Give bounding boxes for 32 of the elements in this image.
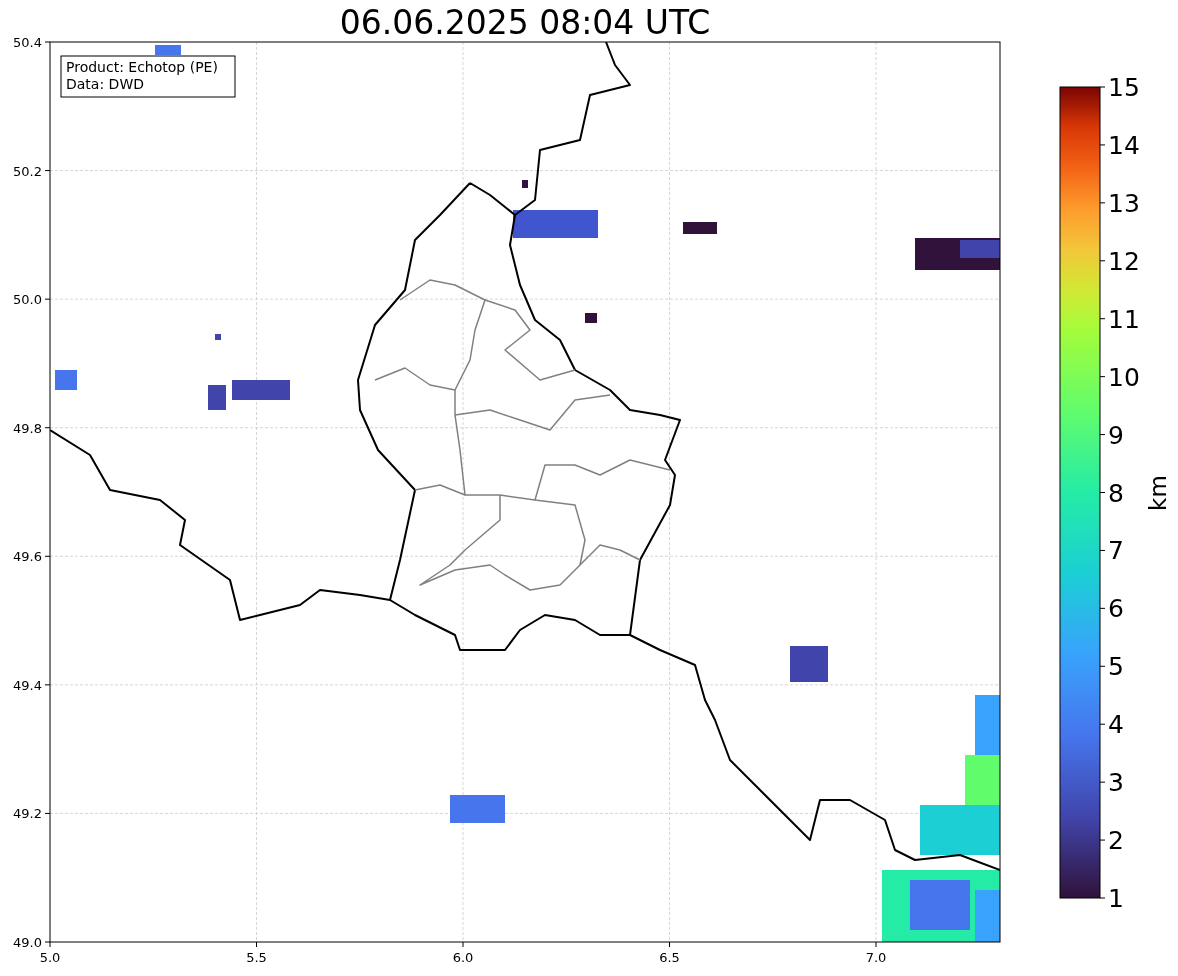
y-axis-tick-label: 49.2	[13, 806, 42, 822]
colorbar-tick-label: 7	[1108, 536, 1124, 566]
colorbar-tick-label: 6	[1108, 594, 1124, 624]
x-axis-tick-label: 5.0	[39, 950, 61, 965]
colorbar-tick-label: 11	[1108, 304, 1140, 334]
y-axis-tick-label: 49.8	[13, 420, 42, 436]
colorbar-tick-label: 9	[1108, 420, 1124, 450]
colorbar-tick-label: 4	[1108, 710, 1124, 740]
colorbar-tick-label: 1	[1108, 884, 1124, 913]
y-axis-tick-label: 49.6	[13, 549, 42, 565]
colorbar-tick-label: 3	[1108, 768, 1124, 798]
y-axis-tick-label: 49.0	[13, 935, 42, 950]
y-axis-tick-label: 50.0	[13, 292, 42, 308]
colorbar-tick-label: 14	[1108, 130, 1140, 160]
info-text: Data: DWD	[66, 76, 144, 92]
colorbar-tick-label: 8	[1108, 478, 1124, 508]
y-axis-tick-label: 49.4	[13, 677, 42, 693]
colorbar-tick-label: 5	[1108, 652, 1124, 682]
colorbar-tick-label: 10	[1108, 362, 1140, 392]
x-axis-tick-label: 7.0	[865, 950, 887, 965]
colorbar-tick-label: 2	[1108, 826, 1124, 856]
colorbar-tick-label: 15	[1108, 73, 1140, 102]
chart-title: 06.06.2025 08:04 UTC	[339, 3, 711, 42]
x-axis-tick-label: 5.5	[246, 950, 267, 965]
colorbar-tick-label: 12	[1108, 246, 1140, 276]
y-axis-tick-label: 50.2	[13, 163, 42, 179]
x-axis-tick-label: 6.5	[659, 950, 680, 965]
y-axis-tick-label: 50.4	[13, 35, 42, 50]
info-text: Product: Echotop (PE)	[66, 59, 218, 75]
x-axis-tick-label: 6.0	[452, 950, 474, 965]
colorbar-label: km	[1145, 475, 1171, 511]
colorbar-tick-label: 13	[1108, 188, 1140, 218]
